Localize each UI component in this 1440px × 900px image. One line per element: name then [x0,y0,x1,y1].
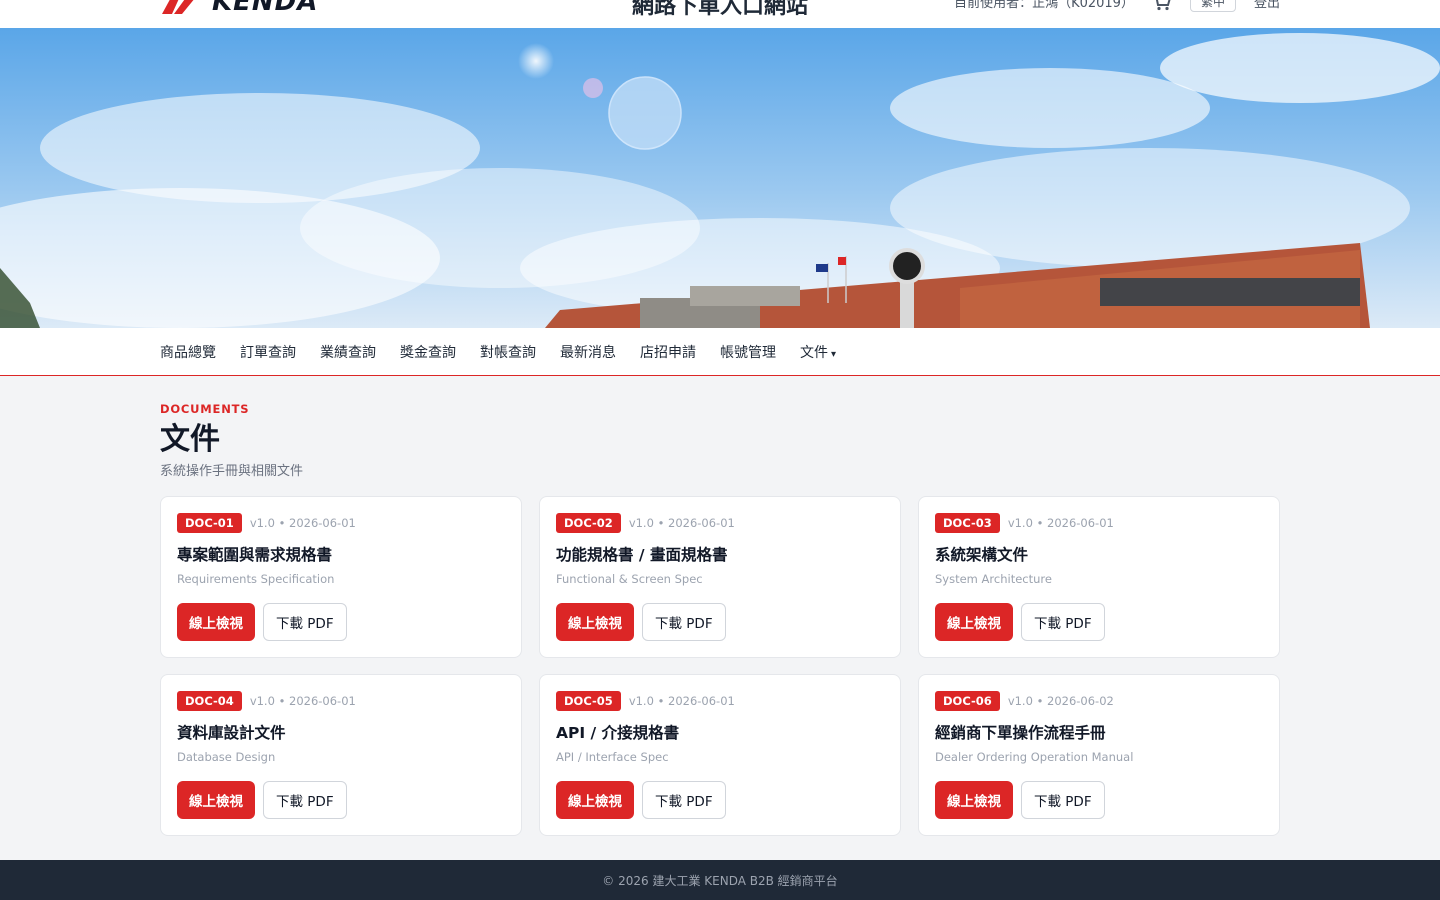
document-meta: DOC-02 v1.0 • 2026-06-01 [556,513,884,533]
document-title: API / 介接規格書 [556,724,680,742]
page-eyebrow: DOCUMENTS [160,402,250,416]
document-subtitle: Requirements Specification [177,572,335,586]
document-version-date: v1.0 • 2026-06-02 [1007,694,1114,708]
download-pdf-button[interactable]: 下載 PDF [1021,603,1105,641]
document-subtitle: Dealer Ordering Operation Manual [935,750,1134,764]
cart-icon[interactable] [1152,0,1172,11]
top-header: KENDA 網路下單入口網站 目前使用者：正鴻（K02019） 繁中 登出 [0,0,1440,28]
logout-link[interactable]: 登出 [1254,0,1280,11]
document-code-badge: DOC-01 [177,513,242,533]
nav-item-documents-label: 文件 [800,344,828,361]
document-meta: DOC-03 v1.0 • 2026-06-01 [935,513,1263,533]
page-subtitle: 系統操作手冊與相關文件 [160,464,304,479]
view-online-button[interactable]: 線上檢視 [556,603,634,641]
page-title: 文件 [160,422,220,457]
nav-item-account[interactable]: 帳號管理 [720,342,776,362]
document-version-date: v1.0 • 2026-06-01 [1007,516,1114,530]
main-content: DOCUMENTS 文件 系統操作手冊與相關文件 DOC-01 v1.0 • 2… [160,376,1280,836]
hero-banner-image [0,28,1440,328]
document-meta: DOC-06 v1.0 • 2026-06-02 [935,691,1263,711]
document-card: DOC-03 v1.0 • 2026-06-01 系統架構文件 System A… [918,496,1280,658]
footer-copyright: © 2026 建大工業 KENDA B2B 經銷商平台 [602,873,838,888]
nav-items: 商品總覽 訂單查詢 業績查詢 獎金查詢 對帳查詢 最新消息 店招申請 帳號管理 … [160,328,836,375]
view-online-button[interactable]: 線上檢視 [935,781,1013,819]
document-code-badge: DOC-06 [935,691,1000,711]
document-code-badge: DOC-04 [177,691,242,711]
document-actions: 線上檢視 下載 PDF [556,781,726,819]
nav-item-products[interactable]: 商品總覽 [160,342,216,362]
language-button[interactable]: 繁中 [1189,0,1236,12]
hero-banner [0,28,1440,328]
view-online-button[interactable]: 線上檢視 [935,603,1013,641]
document-subtitle: Database Design [177,750,276,764]
download-pdf-button[interactable]: 下載 PDF [642,781,726,819]
chevron-down-icon: ▾ [831,348,837,360]
document-version-date: v1.0 • 2026-06-01 [249,516,356,530]
document-card: DOC-05 v1.0 • 2026-06-01 API / 介接規格書 API… [539,674,901,836]
document-card: DOC-04 v1.0 • 2026-06-01 資料庫設計文件 Databas… [160,674,522,836]
download-pdf-button[interactable]: 下載 PDF [1021,781,1105,819]
download-pdf-button[interactable]: 下載 PDF [263,603,347,641]
nav-item-news[interactable]: 最新消息 [560,342,616,362]
view-online-button[interactable]: 線上檢視 [556,781,634,819]
document-title: 經銷商下單操作流程手冊 [935,724,1106,742]
user-area: 目前使用者：正鴻（K02019） 繁中 登出 [954,0,1280,12]
nav-item-bonus[interactable]: 獎金查詢 [400,342,456,362]
document-actions: 線上檢視 下載 PDF [935,603,1105,641]
footer: © 2026 建大工業 KENDA B2B 經銷商平台 [0,860,1440,900]
document-card: DOC-06 v1.0 • 2026-06-02 經銷商下單操作流程手冊 Dea… [918,674,1280,836]
nav-item-statements[interactable]: 對帳查詢 [480,342,536,362]
current-user-label: 目前使用者：正鴻（K02019） [954,0,1134,11]
document-title: 專案範圍與需求規格書 [177,546,333,564]
document-card: DOC-02 v1.0 • 2026-06-01 功能規格書 / 畫面規格書 F… [539,496,901,658]
document-actions: 線上檢視 下載 PDF [177,781,347,819]
document-title: 系統架構文件 [935,546,1029,564]
document-title: 功能規格書 / 畫面規格書 [556,546,728,564]
nav-item-orders[interactable]: 訂單查詢 [240,342,296,362]
nav-item-documents[interactable]: 文件 ▾ [800,342,836,362]
download-pdf-button[interactable]: 下載 PDF [263,781,347,819]
view-online-button[interactable]: 線上檢視 [177,603,255,641]
download-pdf-button[interactable]: 下載 PDF [642,603,726,641]
document-meta: DOC-04 v1.0 • 2026-06-01 [177,691,505,711]
document-subtitle: Functional & Screen Spec [556,572,703,586]
document-actions: 線上檢視 下載 PDF [935,781,1105,819]
document-meta: DOC-05 v1.0 • 2026-06-01 [556,691,884,711]
nav-item-signboard[interactable]: 店招申請 [640,342,696,362]
document-code-badge: DOC-05 [556,691,621,711]
document-actions: 線上檢視 下載 PDF [177,603,347,641]
document-code-badge: DOC-02 [556,513,621,533]
main-nav: 商品總覽 訂單查詢 業績查詢 獎金查詢 對帳查詢 最新消息 店招申請 帳號管理 … [0,328,1440,376]
document-actions: 線上檢視 下載 PDF [556,603,726,641]
document-version-date: v1.0 • 2026-06-01 [628,516,735,530]
document-card: DOC-01 v1.0 • 2026-06-01 專案範圍與需求規格書 Requ… [160,496,522,658]
nav-item-performance[interactable]: 業績查詢 [320,342,376,362]
document-title: 資料庫設計文件 [177,724,286,742]
document-version-date: v1.0 • 2026-06-01 [628,694,735,708]
document-subtitle: System Architecture [935,572,1052,586]
view-online-button[interactable]: 線上檢視 [177,781,255,819]
document-subtitle: API / Interface Spec [556,750,669,764]
document-grid: DOC-01 v1.0 • 2026-06-01 專案範圍與需求規格書 Requ… [160,496,1280,836]
document-code-badge: DOC-03 [935,513,1000,533]
document-meta: DOC-01 v1.0 • 2026-06-01 [177,513,505,533]
document-version-date: v1.0 • 2026-06-01 [249,694,356,708]
